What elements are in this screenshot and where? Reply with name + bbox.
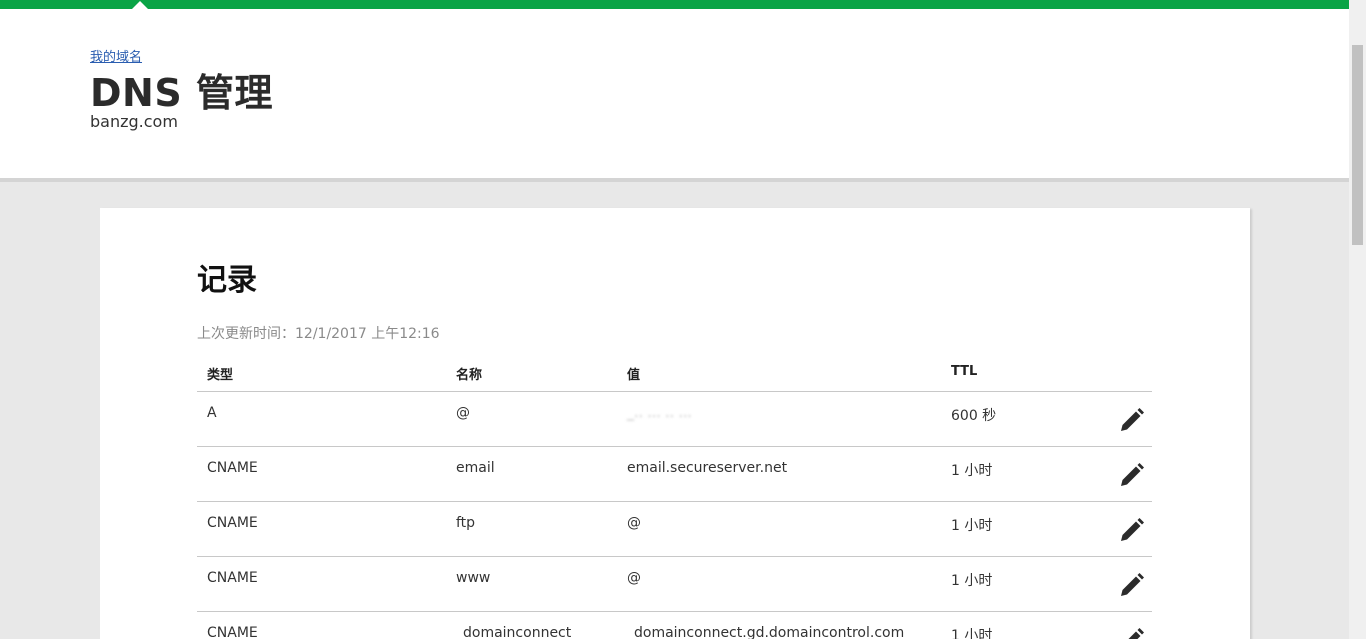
table-row: CNAME ftp @ 1 小时 bbox=[197, 502, 1152, 557]
record-value: email.secureserver.net bbox=[627, 460, 788, 476]
record-value: @ bbox=[627, 570, 641, 586]
column-header-name: 名称 bbox=[456, 368, 483, 383]
record-name: _domainconnect bbox=[456, 625, 572, 639]
record-ttl: 600 秒 bbox=[951, 408, 997, 424]
page-title: DNS 管理 bbox=[90, 71, 273, 115]
table-row: CNAME _domainconnect _domainconnect.gd.d… bbox=[197, 612, 1152, 639]
domain-name: banzg.com bbox=[90, 112, 178, 131]
breadcrumb-my-domains[interactable]: 我的域名 bbox=[90, 46, 142, 65]
record-ttl: 1 小时 bbox=[951, 518, 993, 534]
record-value: _.. ... .. ... bbox=[627, 405, 692, 421]
records-title: 记录 bbox=[197, 263, 257, 298]
edit-pencil-icon[interactable] bbox=[1118, 626, 1146, 639]
record-name: www bbox=[456, 570, 491, 586]
column-header-value: 值 bbox=[627, 368, 641, 383]
edit-pencil-icon[interactable] bbox=[1118, 406, 1146, 434]
edit-pencil-icon[interactable] bbox=[1118, 571, 1146, 599]
record-type: CNAME bbox=[207, 625, 258, 639]
table-row: CNAME www @ 1 小时 bbox=[197, 557, 1152, 612]
scrollbar-thumb[interactable] bbox=[1352, 45, 1363, 245]
record-ttl: 1 小时 bbox=[951, 628, 993, 639]
record-ttl: 1 小时 bbox=[951, 463, 993, 479]
record-type: CNAME bbox=[207, 570, 258, 586]
edit-pencil-icon[interactable] bbox=[1118, 516, 1146, 544]
record-name: @ bbox=[456, 405, 470, 421]
record-type: CNAME bbox=[207, 460, 258, 476]
record-ttl: 1 小时 bbox=[951, 573, 993, 589]
last-updated-text: 上次更新时间：12/1/2017 上午12:16 bbox=[197, 326, 440, 342]
top-bar-indicator bbox=[132, 1, 148, 9]
record-value: @ bbox=[627, 515, 641, 531]
records-table: 类型 名称 值 TTL A @ _.. ... .. ... 600 秒 CNA… bbox=[197, 355, 1152, 639]
record-value: _domainconnect.gd.domaincontrol.com bbox=[627, 625, 905, 639]
edit-pencil-icon[interactable] bbox=[1118, 461, 1146, 489]
record-name: email bbox=[456, 460, 495, 476]
table-header: 类型 名称 值 TTL bbox=[197, 355, 1152, 392]
record-type: A bbox=[207, 405, 217, 421]
table-row: A @ _.. ... .. ... 600 秒 bbox=[197, 392, 1152, 447]
header-divider bbox=[0, 178, 1349, 182]
record-type: CNAME bbox=[207, 515, 258, 531]
column-header-type: 类型 bbox=[207, 368, 234, 383]
table-row: CNAME email email.secureserver.net 1 小时 bbox=[197, 447, 1152, 502]
top-accent-bar bbox=[0, 0, 1349, 9]
column-header-ttl: TTL bbox=[951, 364, 978, 379]
record-name: ftp bbox=[456, 515, 476, 531]
